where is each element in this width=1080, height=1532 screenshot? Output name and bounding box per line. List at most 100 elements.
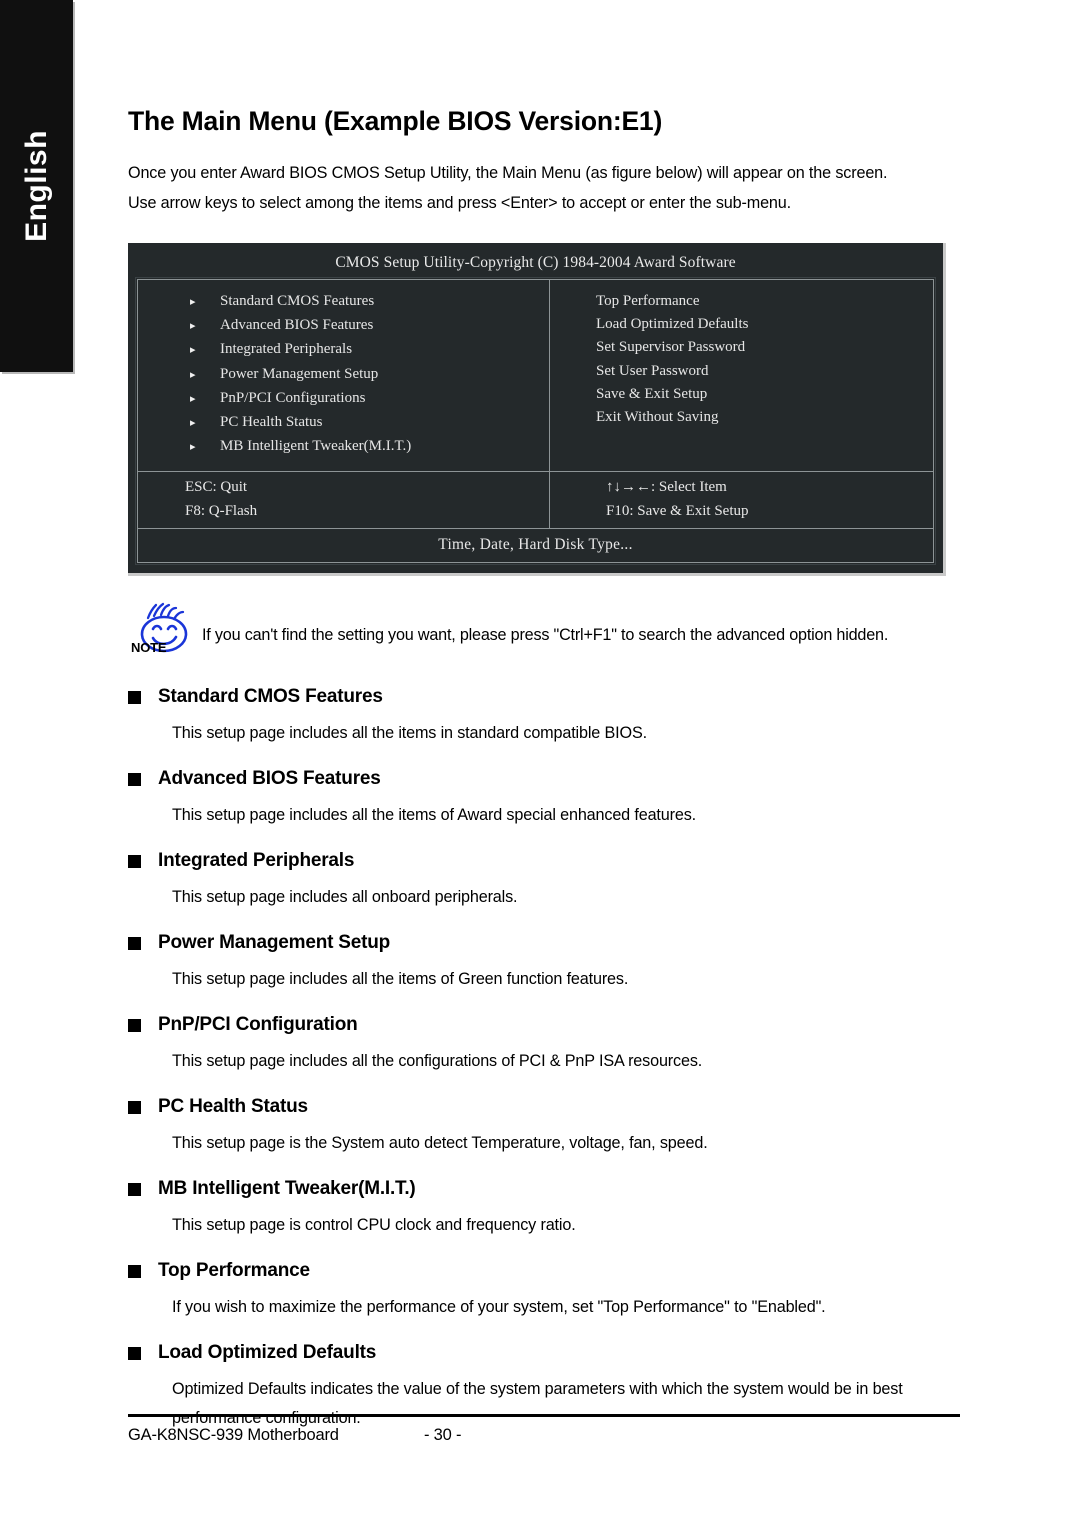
square-bullet-icon <box>128 690 141 704</box>
bios-menu-item-label: Standard CMOS Features <box>220 293 375 309</box>
section-heading: PnP/PCI Configuration <box>128 1014 960 1036</box>
bios-menu-item-label: Advanced BIOS Features <box>220 317 374 334</box>
bios-menu-item[interactable]: Exit Without Saving <box>550 406 933 429</box>
section-body: This setup page includes all the items i… <box>172 724 647 743</box>
bios-menu-item[interactable]: ▸ Integrated Peripherals <box>138 338 549 362</box>
bios-menu-item[interactable]: ▸ Standard CMOS Features <box>138 290 549 314</box>
bios-right-column: Top Performance Load Optimized Defaults … <box>550 280 933 471</box>
section-heading: PC Health Status <box>128 1096 960 1118</box>
bios-screen-figure: CMOS Setup Utility-Copyright (C) 1984-20… <box>128 243 946 577</box>
bios-key-hint: F10: Save & Exit Setup <box>606 502 749 519</box>
bios-menu-item[interactable]: Set Supervisor Password <box>550 336 933 359</box>
bios-key-help-left: ESC: Quit F8: Q-Flash <box>138 472 550 529</box>
footer-page-number: - 30 - <box>424 1426 462 1444</box>
triangle-marker-icon: ▸ <box>190 417 196 430</box>
bios-menu-item[interactable]: ▸ Power Management Setup <box>138 363 549 387</box>
square-bullet-icon <box>128 1182 141 1196</box>
section-integrated-peripherals: Integrated Peripherals This setup page i… <box>128 850 960 912</box>
section-heading-label: Advanced BIOS Features <box>158 768 381 790</box>
section-body: This setup page includes all the items o… <box>172 806 697 825</box>
square-bullet-icon <box>128 936 141 950</box>
intro-line-1: Once you enter Award BIOS CMOS Setup Uti… <box>128 164 888 182</box>
note-text: If you can't find the setting you want, … <box>202 626 889 645</box>
triangle-marker-icon: ▸ <box>190 296 196 308</box>
note-callout: NOTE If you can't find the setting you w… <box>128 603 960 664</box>
bios-menu-item-label: Save & Exit Setup <box>596 385 708 402</box>
footer-row: GA-K8NSC-939 Motherboard - 30 - <box>128 1417 960 1445</box>
bios-frame: ▸ Standard CMOS Features ▸ Advanced BIOS… <box>135 276 936 566</box>
section-body: This setup page is the System auto detec… <box>172 1134 708 1153</box>
bios-menu-item[interactable]: Save & Exit Setup <box>550 383 933 406</box>
square-bullet-icon <box>128 1100 141 1114</box>
section-standard-cmos-features: Standard CMOS Features This setup page i… <box>128 686 960 748</box>
section-heading-label: PnP/PCI Configuration <box>158 1014 358 1036</box>
language-tab: English <box>0 0 73 372</box>
bios-menu-item-label: Integrated Peripherals <box>220 341 353 358</box>
section-heading: Advanced BIOS Features <box>128 768 960 790</box>
note-label: NOTE <box>131 640 167 656</box>
bios-menu-item-label: Load Optimized Defaults <box>596 316 749 333</box>
bios-menu-item-label: Set User Password <box>596 362 709 379</box>
bios-left-column: ▸ Standard CMOS Features ▸ Advanced BIOS… <box>138 280 550 472</box>
square-bullet-icon <box>128 1264 141 1278</box>
section-heading-label: MB Intelligent Tweaker(M.I.T.) <box>158 1178 416 1200</box>
bios-menu-body: ▸ Standard CMOS Features ▸ Advanced BIOS… <box>138 280 933 473</box>
triangle-marker-icon: ▸ <box>190 441 196 454</box>
square-bullet-icon <box>128 1346 141 1360</box>
bios-key-help-right: ↑↓→←: Select Item F10: Save & Exit Setup <box>550 472 933 528</box>
page-title: The Main Menu (Example BIOS Version:E1) <box>128 106 663 136</box>
section-heading-label: Standard CMOS Features <box>158 686 383 708</box>
bios-screen-inner: CMOS Setup Utility-Copyright (C) 1984-20… <box>128 243 943 573</box>
bios-menu-item[interactable]: ▸ PC Health Status <box>138 411 549 435</box>
section-heading: Top Performance <box>128 1260 960 1282</box>
square-bullet-icon <box>128 772 141 786</box>
bios-key-hint: ESC: Quit <box>185 479 248 496</box>
bios-menu-item-label: PC Health Status <box>220 414 323 431</box>
section-heading: Power Management Setup <box>128 932 960 954</box>
section-heading-label: Power Management Setup <box>158 932 391 954</box>
intro-line-2: Use arrow keys to select among the items… <box>128 194 791 212</box>
section-power-management-setup: Power Management Setup This setup page i… <box>128 932 960 994</box>
bios-menu-item-label: MB Intelligent Tweaker(M.I.T.) <box>220 438 412 455</box>
section-body: This setup page includes all the configu… <box>172 1052 703 1071</box>
bios-menu-item-label: Exit Without Saving <box>596 409 719 426</box>
section-body: This setup page includes all onboard per… <box>172 888 518 907</box>
section-heading: MB Intelligent Tweaker(M.I.T.) <box>128 1178 960 1200</box>
triangle-marker-icon: ▸ <box>190 392 196 405</box>
square-bullet-icon <box>128 854 141 868</box>
footer-product-name: GA-K8NSC-939 Motherboard <box>128 1426 339 1444</box>
section-top-performance: Top Performance If you wish to maximize … <box>128 1260 960 1322</box>
page-footer: GA-K8NSC-939 Motherboard - 30 - <box>128 1414 960 1445</box>
page-content: The Main Menu (Example BIOS Version:E1) … <box>128 0 960 1433</box>
bios-menu-item-label: Power Management Setup <box>220 365 379 382</box>
bios-key-hint: F8: Q-Flash <box>185 502 258 519</box>
section-body: This setup page is control CPU clock and… <box>172 1216 576 1235</box>
triangle-marker-icon: ▸ <box>190 320 196 333</box>
section-mb-intelligent-tweaker: MB Intelligent Tweaker(M.I.T.) This setu… <box>128 1178 960 1240</box>
section-heading-label: Top Performance <box>158 1260 310 1282</box>
bios-menu-item-label: Top Performance <box>596 293 700 309</box>
section-heading-label: Integrated Peripherals <box>158 850 355 872</box>
bios-menu-item[interactable]: ▸ PnP/PCI Configurations <box>138 387 549 411</box>
section-heading-label: PC Health Status <box>158 1096 308 1118</box>
bios-menu-item[interactable]: Set User Password <box>550 360 933 383</box>
bios-key-help-bar: ESC: Quit F8: Q-Flash ↑↓→←: Select Item … <box>138 472 933 530</box>
square-bullet-icon <box>128 1018 141 1032</box>
bios-menu-item[interactable]: Load Optimized Defaults <box>550 313 933 336</box>
bios-menu-item[interactable]: ▸ Advanced BIOS Features <box>138 314 549 338</box>
bios-key-hint: ↑↓→←: Select Item <box>606 479 727 496</box>
language-tab-label: English <box>19 130 53 242</box>
bios-title: CMOS Setup Utility-Copyright (C) 1984-20… <box>335 254 736 271</box>
bios-menu-item[interactable]: Top Performance <box>550 290 933 313</box>
section-body: If you wish to maximize the performance … <box>172 1298 826 1317</box>
sections-list: Standard CMOS Features This setup page i… <box>128 686 960 1433</box>
section-heading: Load Optimized Defaults <box>128 1342 960 1364</box>
section-heading-label: Load Optimized Defaults <box>158 1342 377 1364</box>
triangle-marker-icon: ▸ <box>190 368 196 381</box>
section-heading: Integrated Peripherals <box>128 850 960 872</box>
bios-status-line: Time, Date, Hard Disk Type... <box>438 536 633 554</box>
bios-menu-item[interactable]: ▸ MB Intelligent Tweaker(M.I.T.) <box>138 435 549 459</box>
section-pnp-pci-configuration: PnP/PCI Configuration This setup page in… <box>128 1014 960 1076</box>
section-body: This setup page includes all the items o… <box>172 970 629 989</box>
section-heading: Standard CMOS Features <box>128 686 960 708</box>
